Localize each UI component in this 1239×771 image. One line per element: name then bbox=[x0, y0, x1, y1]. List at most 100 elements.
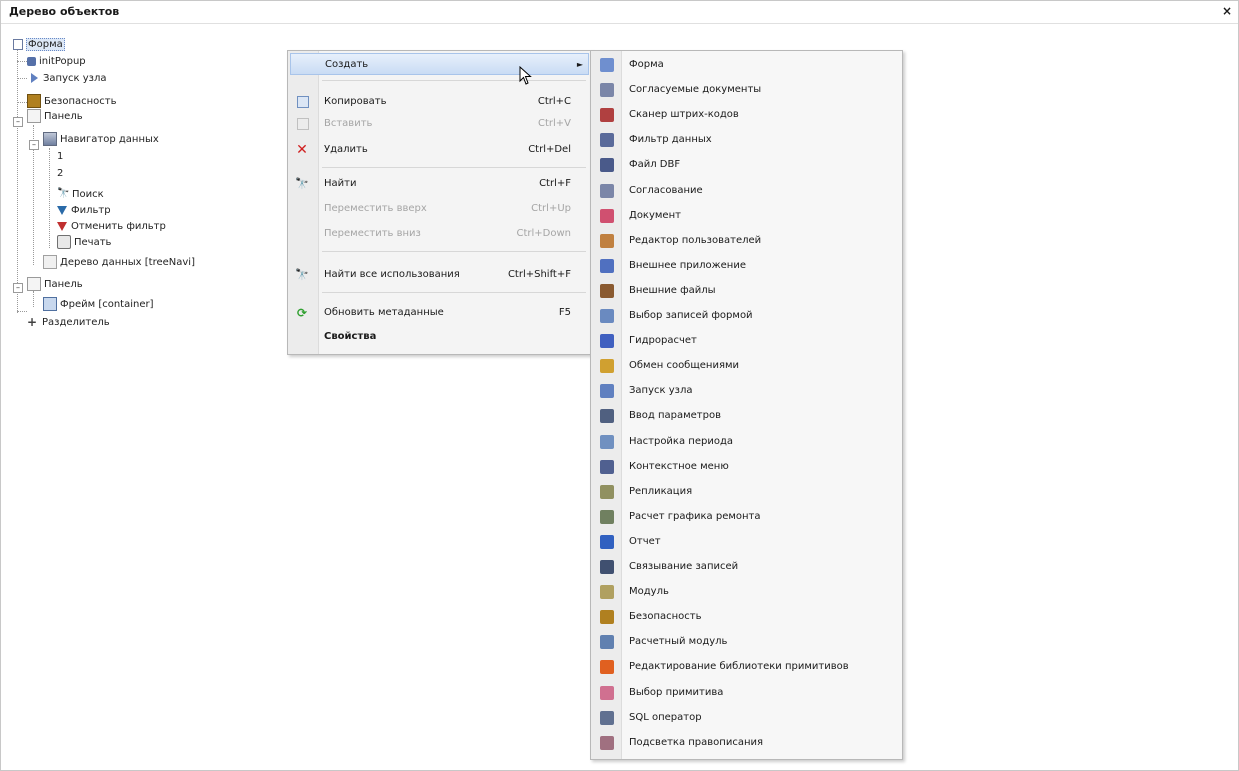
submenu-item[interactable]: Внешнее приложение bbox=[593, 254, 899, 278]
tree-node-search[interactable]: 🔭 Поиск bbox=[57, 187, 104, 203]
submenu-item[interactable]: Фильтр данных bbox=[593, 128, 899, 152]
submenu-item[interactable]: Безопасность bbox=[593, 605, 899, 629]
submenu-item[interactable]: Контекстное меню bbox=[593, 455, 899, 479]
tree-node-security[interactable]: Безопасность bbox=[27, 94, 117, 110]
printer-icon bbox=[57, 235, 71, 249]
submenu-item[interactable]: Выбор примитива bbox=[593, 681, 899, 705]
hydro-calc-icon bbox=[600, 334, 614, 348]
tree-node-panel[interactable]: Панель bbox=[27, 109, 83, 125]
submenu-item-label: Запуск узла bbox=[629, 385, 693, 396]
submenu-item[interactable]: Согласуемые документы bbox=[593, 78, 899, 102]
tree-node-label: Дерево данных [treeNavi] bbox=[60, 257, 195, 268]
submenu-item-label: Редактирование библиотеки примитивов bbox=[629, 661, 849, 672]
tree-node-filter[interactable]: Фильтр bbox=[57, 203, 111, 219]
tree-node-2[interactable]: 2 bbox=[57, 166, 63, 182]
expander-panel-1[interactable]: – bbox=[13, 117, 23, 127]
menu-item-label: Вставить bbox=[324, 118, 373, 129]
tree-node-label: Навигатор данных bbox=[60, 134, 159, 145]
submenu-item[interactable]: Редактор пользователей bbox=[593, 229, 899, 253]
submenu-item[interactable]: Связывание записей bbox=[593, 555, 899, 579]
tree-connector bbox=[17, 102, 27, 103]
submenu-item-label: Гидрорасчет bbox=[629, 335, 697, 346]
submenu-item-label: Расчетный модуль bbox=[629, 636, 728, 647]
tree-node-data-tree[interactable]: Дерево данных [treeNavi] bbox=[43, 255, 195, 271]
submenu-item-label: Репликация bbox=[629, 486, 693, 497]
module-icon bbox=[600, 585, 614, 599]
menu-item-copy[interactable]: Копировать Ctrl+C bbox=[290, 91, 589, 113]
submenu-item-label: Внешние файлы bbox=[629, 285, 716, 296]
submenu-item[interactable]: Выбор записей формой bbox=[593, 304, 899, 328]
submenu-arrow-icon: ► bbox=[576, 60, 583, 69]
submenu-item-label: Обмен сообщениями bbox=[629, 360, 740, 371]
expander-data-navigator[interactable]: – bbox=[29, 140, 39, 150]
tree-node-label: 2 bbox=[57, 168, 64, 179]
submenu-item[interactable]: Запуск узла bbox=[593, 379, 899, 403]
menu-item-label: Переместить вверх bbox=[324, 203, 427, 214]
submenu-item[interactable]: Расчет графика ремонта bbox=[593, 505, 899, 529]
submenu-item[interactable]: Обмен сообщениями bbox=[593, 354, 899, 378]
panel-icon bbox=[27, 109, 41, 123]
menu-item-delete[interactable]: ✕ Удалить Ctrl+Del bbox=[290, 139, 589, 161]
menu-item-create[interactable]: Создать ► bbox=[290, 53, 589, 75]
submenu-item[interactable]: Репликация bbox=[593, 480, 899, 504]
submenu-item-label: Ввод параметров bbox=[629, 410, 721, 421]
submenu-item-label: Безопасность bbox=[629, 611, 702, 622]
tree-node-splitter[interactable]: + Разделитель bbox=[27, 315, 110, 331]
tree-node-run-node[interactable]: Запуск узла bbox=[31, 71, 106, 87]
security-icon bbox=[600, 610, 614, 624]
submenu-item[interactable]: Гидрорасчет bbox=[593, 329, 899, 353]
submenu-item[interactable]: Согласование bbox=[593, 179, 899, 203]
menu-item-find-all-usages[interactable]: 🔭 Найти все использования Ctrl+Shift+F bbox=[290, 264, 589, 286]
mouse-cursor-icon bbox=[519, 66, 532, 85]
tree-node-data-navigator[interactable]: Навигатор данных bbox=[43, 132, 159, 148]
submenu-item[interactable]: Документ bbox=[593, 204, 899, 228]
menu-separator bbox=[322, 251, 586, 252]
submenu-item[interactable]: Модуль bbox=[593, 580, 899, 604]
submenu-item[interactable]: Сканер штрих-кодов bbox=[593, 103, 899, 127]
submenu-item[interactable]: Отчет bbox=[593, 530, 899, 554]
filter-icon bbox=[57, 205, 67, 215]
barcode-scanner-icon bbox=[600, 108, 614, 122]
tree-node-initpopup[interactable]: initPopup bbox=[27, 54, 86, 70]
tree-node-label: Панель bbox=[44, 279, 83, 290]
menu-item-move-down: Переместить вниз Ctrl+Down bbox=[290, 223, 589, 245]
tree-node-print[interactable]: Печать bbox=[57, 235, 111, 251]
menu-item-find[interactable]: 🔭 Найти Ctrl+F bbox=[290, 173, 589, 195]
tree-node-frame[interactable]: Фрейм [container] bbox=[43, 297, 154, 313]
cancel-filter-icon bbox=[57, 221, 67, 231]
submenu-item[interactable]: Ввод параметров bbox=[593, 404, 899, 428]
data-filter-icon bbox=[600, 133, 614, 147]
submenu-item[interactable]: Подсветка правописания bbox=[593, 731, 899, 755]
menu-item-refresh-metadata[interactable]: ⟳ Обновить метаданные F5 bbox=[290, 302, 589, 324]
close-icon[interactable]: × bbox=[1222, 4, 1232, 18]
submenu-item[interactable]: SQL оператор bbox=[593, 706, 899, 730]
submenu-item[interactable]: Форма bbox=[593, 53, 899, 77]
tree-node-cancel-filter[interactable]: Отменить фильтр bbox=[57, 219, 166, 235]
run-node-icon bbox=[600, 384, 614, 398]
tree-node-label: initPopup bbox=[39, 56, 86, 67]
spellcheck-icon bbox=[600, 736, 614, 750]
menu-item-properties[interactable]: Свойства bbox=[290, 326, 589, 348]
submenu-item[interactable]: Внешние файлы bbox=[593, 279, 899, 303]
binoculars-icon: 🔭 bbox=[295, 268, 309, 281]
submenu-item-label: Контекстное меню bbox=[629, 461, 729, 472]
frame-icon bbox=[43, 297, 57, 311]
documents-icon bbox=[600, 83, 614, 97]
primitive-library-icon bbox=[600, 660, 614, 674]
tree-connector bbox=[17, 61, 27, 62]
window-title: Дерево объектов bbox=[9, 5, 120, 18]
expander-panel-2[interactable]: – bbox=[13, 283, 23, 293]
tree-node-label: Запуск узла bbox=[43, 73, 107, 84]
submenu-item[interactable]: Настройка периода bbox=[593, 430, 899, 454]
submenu-item[interactable]: Файл DBF bbox=[593, 153, 899, 177]
menu-separator bbox=[322, 80, 586, 81]
external-app-icon bbox=[600, 259, 614, 273]
primitive-select-icon bbox=[600, 686, 614, 700]
tree-node-panel-2[interactable]: Панель bbox=[27, 277, 83, 293]
submenu-item[interactable]: Расчетный модуль bbox=[593, 630, 899, 654]
submenu-item-label: Редактор пользователей bbox=[629, 235, 762, 246]
submenu-item-label: Сканер штрих-кодов bbox=[629, 109, 739, 120]
tree-node-form[interactable]: Форма bbox=[13, 37, 65, 53]
tree-node-1[interactable]: 1 bbox=[57, 149, 63, 165]
submenu-item[interactable]: Редактирование библиотеки примитивов bbox=[593, 655, 899, 679]
